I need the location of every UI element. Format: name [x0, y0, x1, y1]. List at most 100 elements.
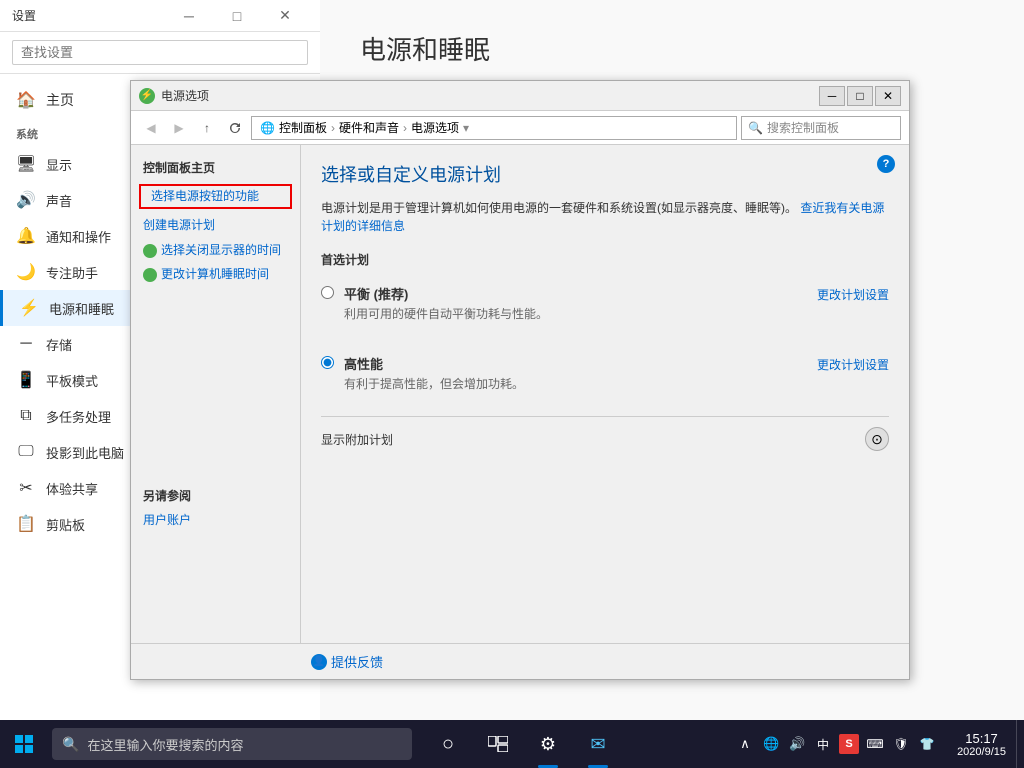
display-icon: 🖥: [16, 154, 36, 174]
additional-plans-label: 显示附加计划: [321, 431, 865, 448]
balanced-plan-change-link[interactable]: 更改计划设置: [817, 286, 889, 303]
high-performance-plan-radio[interactable]: [321, 356, 334, 369]
show-desktop-button[interactable]: [1016, 720, 1024, 768]
taskview-icon: [488, 736, 508, 752]
refresh-button[interactable]: [223, 116, 247, 140]
taskbar-search-box[interactable]: 🔍 在这里输入你要搜索的内容: [52, 728, 412, 760]
systray: ∧ 🌐 🔊 中 S ⌨ 🛡 👕: [725, 732, 947, 756]
addr-globe-icon: 🌐: [260, 121, 275, 135]
address-path[interactable]: 🌐 控制面板 › 硬件和声音 › 电源选项 ▾: [251, 116, 737, 140]
tablet-label: 平板模式: [46, 371, 98, 390]
multitask-icon: ⧉: [16, 406, 36, 426]
close-display-time-link[interactable]: 选择关闭显示器的时间: [131, 238, 300, 263]
forward-button[interactable]: ▶: [167, 116, 191, 140]
dialog-maximize-button[interactable]: □: [847, 86, 873, 106]
sogou-logo: S: [839, 734, 859, 754]
balanced-plan-item: 平衡 (推荐) 利用可用的硬件自动平衡功耗与性能。 更改计划设置: [321, 276, 889, 330]
focus-label: 专注助手: [46, 263, 98, 282]
user-accounts-link[interactable]: 用户账户: [131, 508, 300, 533]
taskbar-search-icon: 🔍: [62, 736, 79, 753]
systray-sogou-icon[interactable]: S: [837, 732, 861, 756]
dialog-description: 电源计划是用于管理计算机如何使用电源的一套硬件和系统设置(如显示器亮度、睡眠等)…: [321, 199, 889, 235]
taskbar-taskview-button[interactable]: [474, 720, 522, 768]
systray-chevron[interactable]: ∧: [733, 732, 757, 756]
project-icon: 🖵: [16, 442, 36, 462]
systray-shirt-icon[interactable]: 👕: [915, 732, 939, 756]
up-button[interactable]: ↑: [195, 116, 219, 140]
power-label: 电源和睡眠: [49, 299, 114, 318]
dialog-close-button[interactable]: ✕: [875, 86, 901, 106]
power-button-func-link[interactable]: 选择电源按钮的功能: [139, 184, 292, 209]
search-icon: 🔍: [748, 121, 763, 135]
search-circle-icon: ○: [442, 733, 454, 756]
addr-dropdown-icon: ▾: [463, 121, 469, 135]
expand-additional-plans-button[interactable]: ⊙: [865, 427, 889, 451]
settings-search-container: [0, 32, 320, 74]
sound-label: 声音: [46, 191, 72, 210]
shared-icon: ✂: [16, 478, 36, 498]
help-button[interactable]: ?: [877, 155, 895, 173]
also-see-section: 另请参阅 用户账户: [131, 487, 300, 533]
back-button[interactable]: ◀: [139, 116, 163, 140]
notifications-icon: 🔔: [16, 226, 36, 246]
dialog-controls: ─ □ ✕: [819, 86, 901, 106]
taskbar-search-button[interactable]: ○: [424, 720, 472, 768]
addr-part-1: 控制面板: [279, 119, 327, 136]
addr-search-box[interactable]: 🔍 搜索控制面板: [741, 116, 901, 140]
balanced-plan-name: 平衡 (推荐): [344, 284, 807, 303]
mail-icon: ✉: [590, 734, 605, 755]
multitask-label: 多任务处理: [46, 407, 111, 426]
systray-keyboard-icon[interactable]: ⌨: [863, 732, 887, 756]
systray-network-icon[interactable]: 🌐: [759, 732, 783, 756]
high-performance-plan-item: 高性能 有利于提高性能，但会增加功耗。 更改计划设置: [321, 346, 889, 400]
taskbar-search-placeholder: 在这里输入你要搜索的内容: [87, 735, 243, 754]
change-sleep-time-link[interactable]: 更改计算机睡眠时间: [131, 262, 300, 287]
create-plan-link[interactable]: 创建电源计划: [131, 213, 300, 238]
dialog-minimize-button[interactable]: ─: [819, 86, 845, 106]
sidebar-title: 控制面板主页: [131, 155, 300, 184]
dialog-content-title: 选择或自定义电源计划: [321, 161, 889, 187]
addr-part-3: 电源选项: [411, 119, 459, 136]
clock-time: 15:17: [965, 731, 998, 746]
addr-sep-1: ›: [331, 121, 335, 135]
settings-minimize-button[interactable]: ─: [166, 0, 212, 32]
settings-close-button[interactable]: ✕: [262, 0, 308, 32]
additional-plans-section: 显示附加计划 ⊙: [321, 416, 889, 451]
dialog-titlebar: ⚡ 电源选项 ─ □ ✕: [131, 81, 909, 111]
power-icon: ⚡: [19, 298, 39, 318]
dialog-title-text: 电源选项: [161, 87, 819, 104]
dialog-sidebar: 控制面板主页 选择电源按钮的功能 创建电源计划 选择关闭显示器的时间 更改计算机…: [131, 145, 301, 643]
balanced-plan-desc: 利用可用的硬件自动平衡功耗与性能。: [344, 305, 807, 322]
settings-maximize-button[interactable]: □: [214, 0, 260, 32]
balanced-plan-radio[interactable]: [321, 286, 334, 299]
settings-title: 设置: [12, 7, 166, 24]
clipboard-label: 剪贴板: [46, 515, 85, 534]
shared-label: 体验共享: [46, 479, 98, 498]
home-icon: 🏠: [16, 90, 36, 110]
systray-sound-icon[interactable]: 🔊: [785, 732, 809, 756]
tablet-icon: 📱: [16, 370, 36, 390]
taskbar-mail-button[interactable]: ✉: [574, 720, 622, 768]
windows-icon: [15, 735, 33, 753]
storage-label: 存储: [46, 335, 72, 354]
start-button[interactable]: [0, 720, 48, 768]
preferred-plan-title: 首选计划: [321, 251, 889, 268]
taskbar-settings-button[interactable]: ⚙: [524, 720, 572, 768]
power-dialog-icon: ⚡: [139, 88, 155, 104]
focus-icon: 🌙: [16, 262, 36, 282]
globe-icon-2: [143, 268, 157, 282]
settings-search-input[interactable]: [12, 40, 308, 65]
feedback-bar: 👤 提供反馈: [131, 643, 909, 679]
taskbar-clock[interactable]: 15:17 2020/9/15: [947, 731, 1016, 758]
systray-ime-icon[interactable]: 中: [811, 732, 835, 756]
power-options-dialog: ⚡ 电源选项 ─ □ ✕ ◀ ▶ ↑ 🌐 控制面板 › 硬件和声音 › 电源选项…: [130, 80, 910, 680]
settings-main-title: 电源和睡眠: [360, 30, 984, 67]
sound-icon: 🔊: [16, 190, 36, 210]
high-performance-plan-change-link[interactable]: 更改计划设置: [817, 356, 889, 373]
globe-icon-1: [143, 244, 157, 258]
feedback-link[interactable]: 👤 提供反馈: [311, 652, 383, 671]
clock-date: 2020/9/15: [957, 746, 1006, 758]
systray-shield-icon[interactable]: 🛡: [889, 732, 913, 756]
settings-window-controls: ─ □ ✕: [166, 0, 308, 32]
clipboard-icon: 📋: [16, 514, 36, 534]
